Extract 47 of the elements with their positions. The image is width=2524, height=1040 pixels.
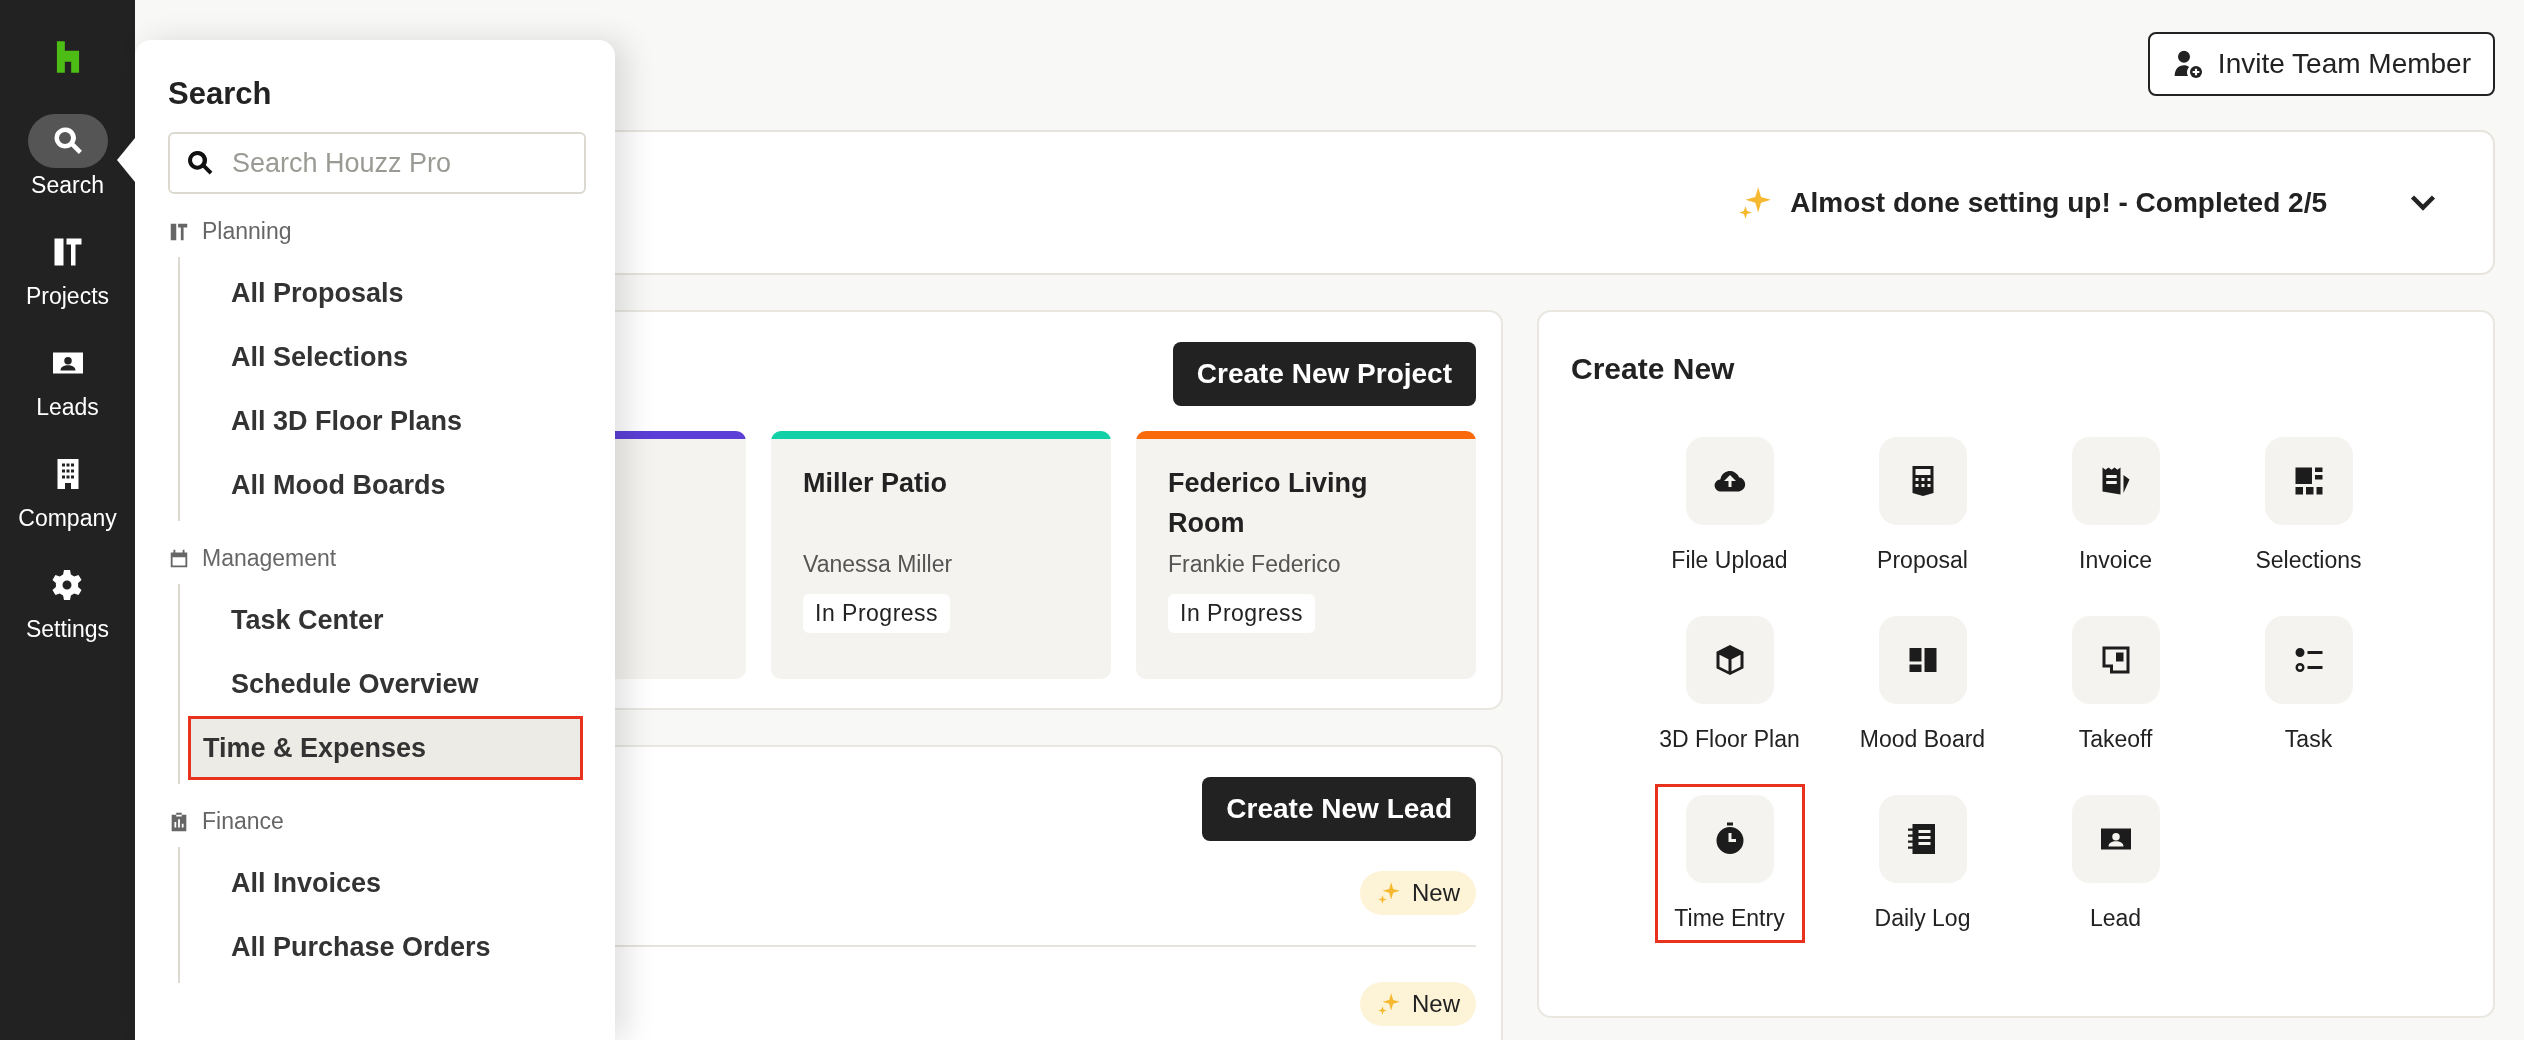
create-tile[interactable]: Takeoff	[2040, 605, 2191, 764]
create-new-project-button[interactable]: Create New Project	[1172, 342, 1476, 406]
section-label: Finance	[202, 808, 284, 835]
create-tile[interactable]: Time Entry	[1654, 784, 1805, 943]
menu-item[interactable]: All Invoices	[188, 851, 583, 915]
nav-item[interactable]: Leads	[27, 336, 108, 421]
section-label: Management	[202, 545, 337, 572]
create-new-lead-button[interactable]: Create New Lead	[1202, 777, 1476, 841]
nav-item[interactable]: Company	[18, 447, 117, 532]
menu-item[interactable]: Schedule Overview	[188, 652, 583, 716]
status-tag: In Progress	[1168, 594, 1316, 633]
new-label: New	[1412, 879, 1460, 907]
project-card[interactable]: Federico Living Room Frankie Federico In Progress	[1136, 431, 1476, 679]
sparkle-icon	[1376, 991, 1402, 1017]
client-name: Vanessa Miller	[803, 551, 953, 578]
create-tile[interactable]: Lead	[2040, 784, 2191, 943]
menu-item[interactable]: All 3D Floor Plans	[188, 389, 583, 453]
project-card[interactable]: Miller Patio Vanessa Miller In Progress	[771, 431, 1111, 679]
create-tile[interactable]: Daily Log	[1847, 784, 1998, 943]
section-label: Planning	[202, 218, 292, 245]
nav-item[interactable]: Projects	[25, 225, 110, 310]
sparkle-icon	[1376, 880, 1402, 906]
menu-item[interactable]: All Selections	[188, 325, 583, 389]
create-tile[interactable]: Invoice	[2040, 426, 2191, 585]
nav-item[interactable]: Settings	[25, 558, 110, 643]
menu-item[interactable]: All Mood Boards	[188, 453, 583, 517]
menu-item[interactable]: Time & Expenses	[188, 716, 583, 780]
create-tile[interactable]: File Upload	[1654, 426, 1805, 585]
invite-team-member-button[interactable]: Invite Team Member	[2147, 32, 2495, 96]
panel-title: Search	[168, 76, 273, 112]
create-tile[interactable]: Proposal	[1847, 426, 1998, 585]
create-tile[interactable]: Selections	[2233, 426, 2384, 585]
menu-item[interactable]: All Proposals	[188, 261, 583, 325]
calendar-icon	[168, 547, 190, 570]
menu-item[interactable]: Task Center	[188, 588, 583, 652]
setup-progress-text: Almost done setting up! - Completed 2/5	[1790, 186, 2327, 219]
menu-item[interactable]: All Purchase Orders	[188, 915, 583, 979]
search-field[interactable]: Search Houzz Pro	[168, 132, 586, 194]
new-label: New	[1412, 990, 1460, 1018]
project-title: Federico Living Room	[1168, 467, 1369, 540]
client-name: Frankie Federico	[1168, 551, 1341, 578]
create-tile[interactable]: Task	[2233, 605, 2384, 764]
project-title: Miller Patio	[803, 467, 948, 500]
create-tile[interactable]: Mood Board	[1847, 605, 1998, 764]
create-tile[interactable]: 3D Floor Plan	[1654, 605, 1805, 764]
status-tag: In Progress	[803, 594, 951, 633]
create-new-heading: Create New	[1571, 352, 1736, 386]
